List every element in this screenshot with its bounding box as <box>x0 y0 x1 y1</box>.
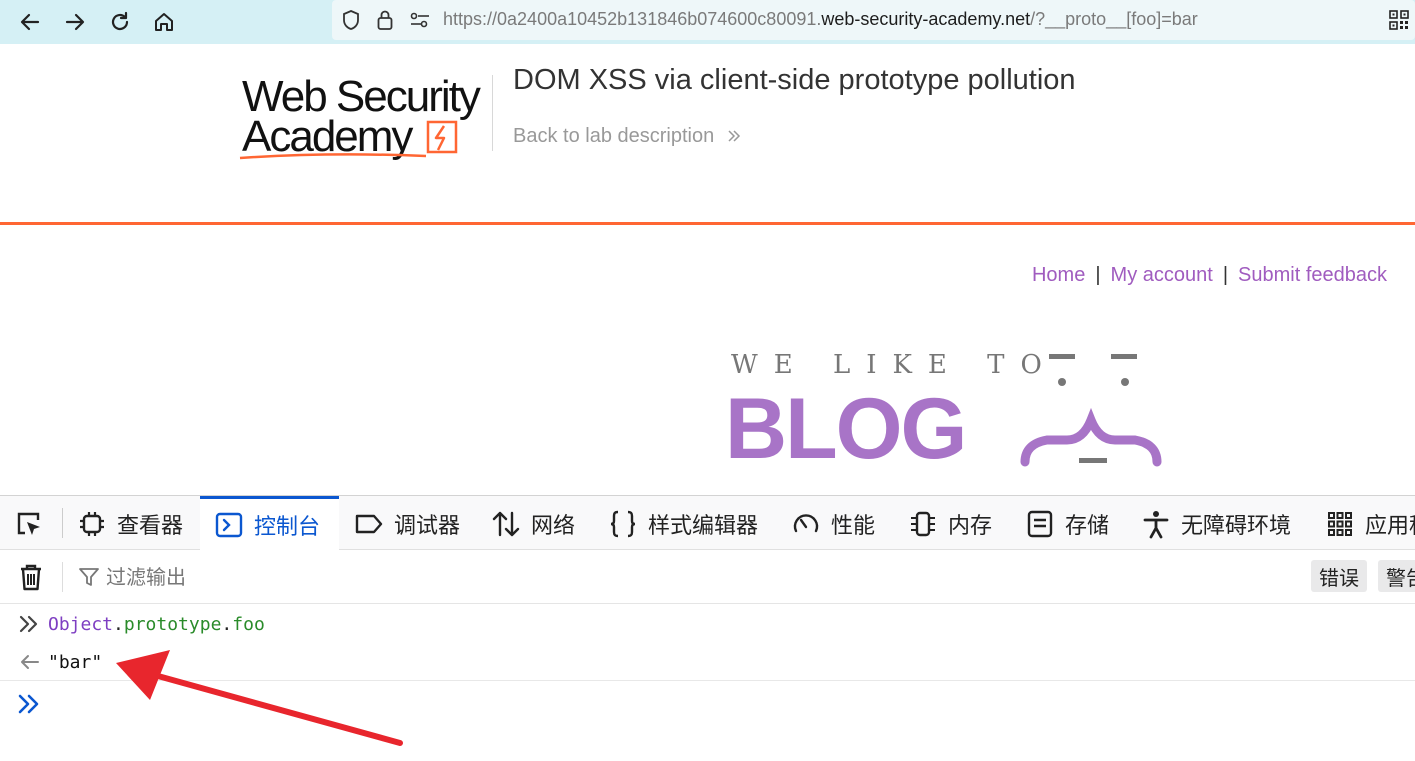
banner-blog-word: BLOG <box>725 381 967 477</box>
filter-warnings-button[interactable]: 警告 <box>1378 560 1415 592</box>
element-picker-button[interactable] <box>14 496 54 551</box>
result-arrow-icon <box>14 647 44 677</box>
tab-label: 样式编辑器 <box>648 512 759 538</box>
nav-home-link[interactable]: Home <box>1032 264 1085 286</box>
storage-icon <box>1025 509 1055 539</box>
console-icon <box>214 510 244 540</box>
web-security-academy-logo[interactable]: Web Security Academy <box>238 70 493 165</box>
site-navigation: Home | My account | Submit feedback <box>1032 264 1387 287</box>
clear-console-trash-icon[interactable] <box>16 562 46 592</box>
url-suffix: /?__proto__[foo]=bar <box>1030 9 1198 29</box>
tab-memory[interactable]: 内存 <box>908 496 992 551</box>
reload-icon[interactable] <box>104 6 136 38</box>
blog-face-icon <box>1020 354 1162 467</box>
tab-application[interactable]: 应用程 <box>1325 496 1415 551</box>
prompt-chevron-icon <box>14 689 44 719</box>
tab-inspector[interactable]: 查看器 <box>77 496 183 551</box>
devtools-tab-bar: 查看器 控制台 调试器 网络 样式编辑器 性能 内存 存储 无障碍环境 应用 <box>0 495 1415 551</box>
filter-errors-button[interactable]: 错误 <box>1311 560 1367 592</box>
tab-storage[interactable]: 存储 <box>1025 496 1109 551</box>
tab-label: 无障碍环境 <box>1181 512 1292 538</box>
double-chevron-right-icon <box>728 130 740 142</box>
code-token-dot: . <box>221 614 233 635</box>
home-icon[interactable] <box>148 6 180 38</box>
tab-label: 网络 <box>531 512 576 538</box>
console-result-entry: "bar" <box>0 643 1415 681</box>
banner-tagline: WE LIKE TO <box>731 350 1058 380</box>
permissions-icon[interactable] <box>409 9 431 31</box>
console-filter-bar: 错误 警告 <box>0 550 1415 604</box>
back-link-label: Back to lab description <box>513 125 715 147</box>
filter-separator <box>62 562 63 592</box>
nav-separator: | <box>1222 264 1229 286</box>
qr-code-icon[interactable] <box>1388 9 1410 31</box>
tab-label: 查看器 <box>117 512 184 538</box>
tab-style-editor[interactable]: 样式编辑器 <box>608 496 758 551</box>
code-token-object: Object <box>48 614 114 635</box>
blog-banner: WE LIKE TO BLOG <box>725 340 1175 480</box>
nav-separator: | <box>1095 264 1101 286</box>
logo-underline <box>239 153 427 160</box>
debugger-icon <box>354 509 384 539</box>
tab-label: 调试器 <box>394 512 461 538</box>
braces-icon <box>608 509 638 539</box>
tab-label: 控制台 <box>254 514 321 539</box>
console-prompt[interactable] <box>0 682 1415 732</box>
tab-label: 性能 <box>831 512 876 538</box>
code-token-prototype: prototype <box>123 614 222 635</box>
gauge-icon <box>791 509 821 539</box>
tab-network[interactable]: 网络 <box>491 496 575 551</box>
url-domain: web-security-academy.net <box>821 9 1031 29</box>
filter-output-input[interactable] <box>106 563 506 591</box>
console-input-code[interactable]: Object.prototype.foo <box>48 614 265 635</box>
accessibility-icon <box>1141 509 1171 539</box>
memory-chip-icon <box>908 509 938 539</box>
forward-arrow-icon[interactable] <box>59 6 91 38</box>
filter-funnel-icon <box>78 566 100 588</box>
tab-accessibility[interactable]: 无障碍环境 <box>1141 496 1291 551</box>
tab-label: 存储 <box>1065 512 1110 538</box>
console-input-entry: Object.prototype.foo <box>0 605 1415 643</box>
lock-icon[interactable] <box>374 9 396 31</box>
shield-icon[interactable] <box>340 9 362 31</box>
code-token-foo: foo <box>232 614 265 635</box>
devtools-panel: 查看器 控制台 调试器 网络 样式编辑器 性能 内存 存储 无障碍环境 应用 过… <box>0 495 1415 761</box>
lab-title: DOM XSS via client-side prototype pollut… <box>513 64 1076 96</box>
code-token-dot: . <box>113 614 124 635</box>
nav-submit-feedback-link[interactable]: Submit feedback <box>1238 264 1387 286</box>
browser-toolbar: https://0a2400a10452b131846b074600c80091… <box>0 0 1415 44</box>
header-divider <box>492 75 493 151</box>
back-to-lab-link[interactable]: Back to lab description <box>513 125 742 148</box>
tab-console[interactable]: 控制台 <box>200 496 339 551</box>
url-prefix: https://0a2400a10452b131846b074600c80091… <box>443 9 822 29</box>
input-chevron-icon <box>14 609 44 639</box>
logo-lightning-icon <box>426 120 458 154</box>
nav-my-account-link[interactable]: My account <box>1111 264 1213 286</box>
tab-label: 应用程 <box>1365 512 1415 538</box>
console-output: Object.prototype.foo "bar" <box>0 605 1415 761</box>
console-result-value[interactable]: "bar" <box>48 652 102 673</box>
network-arrows-icon <box>491 509 521 539</box>
back-arrow-icon[interactable] <box>14 6 46 38</box>
tab-debugger[interactable]: 调试器 <box>354 496 460 551</box>
element-picker-icon <box>14 509 44 539</box>
toolbar-separator <box>62 508 63 538</box>
header-orange-rule <box>0 222 1415 225</box>
tab-performance[interactable]: 性能 <box>791 496 875 551</box>
url-text[interactable]: https://0a2400a10452b131846b074600c80091… <box>443 9 1198 30</box>
inspector-icon <box>77 509 107 539</box>
app-grid-icon <box>1325 509 1355 539</box>
tab-label: 内存 <box>948 512 993 538</box>
